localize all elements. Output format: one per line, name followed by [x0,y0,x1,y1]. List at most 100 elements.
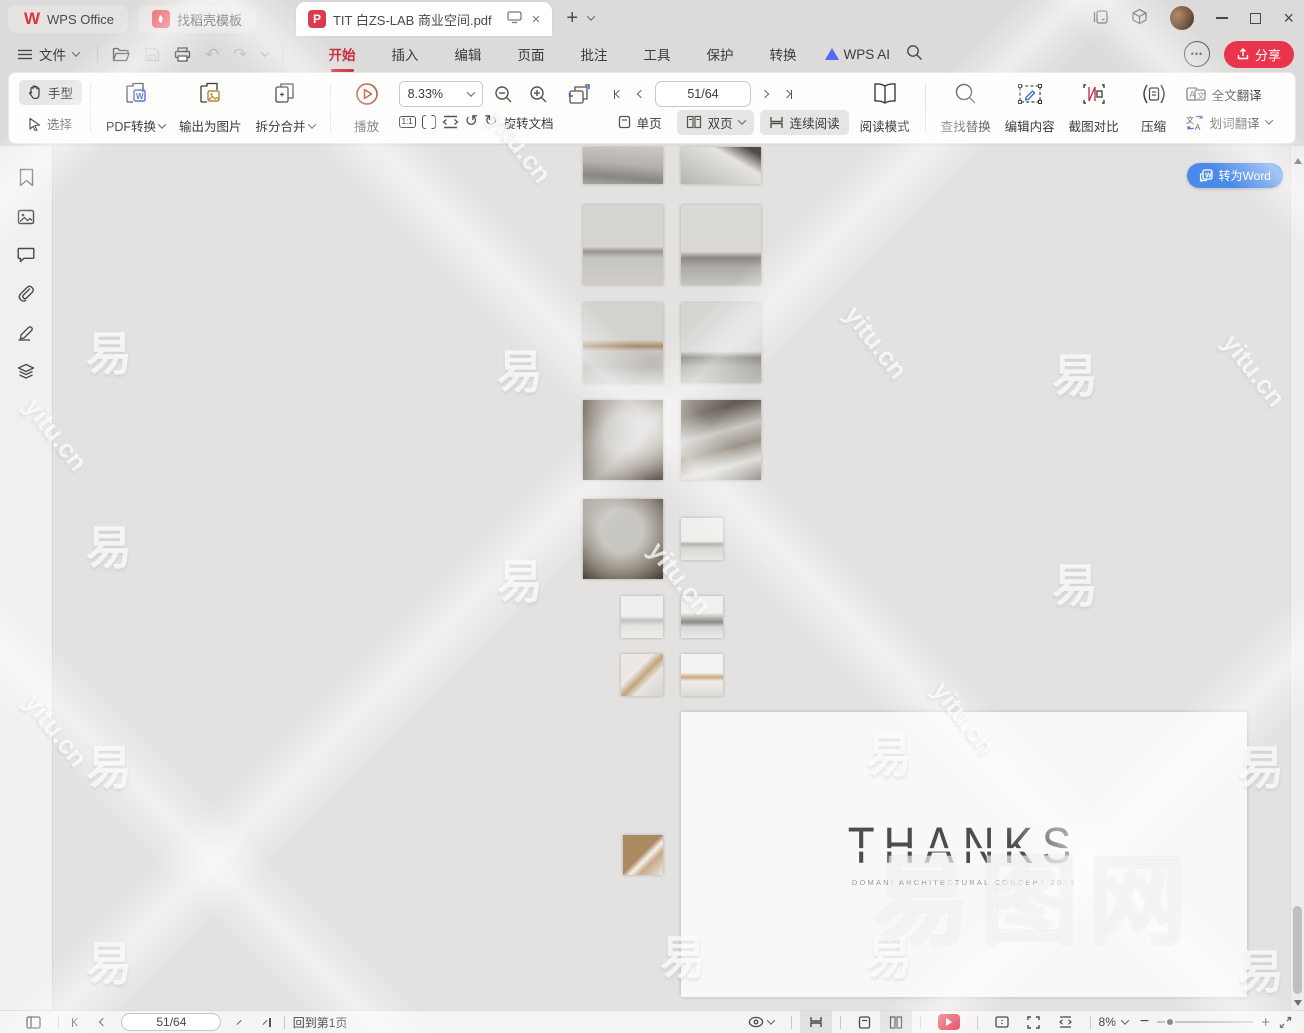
fullscreen-icon[interactable] [1270,1011,1294,1033]
word-translate-button[interactable]: 文A 划词翻译 [1186,108,1272,136]
last-page-icon[interactable] [779,90,797,99]
menu-item-page[interactable]: 页面 [500,38,563,70]
scroll-up-icon[interactable] [1294,158,1302,164]
maximize-button[interactable] [1250,13,1261,24]
find-replace-button[interactable]: 查找替换 [934,78,998,138]
page-thumbnail[interactable] [681,147,761,184]
page-thumbnail[interactable] [621,654,663,696]
page-thumbnail[interactable] [621,596,663,638]
present-to-screen-icon[interactable] [507,11,522,27]
play-button[interactable]: 播放 [339,78,395,138]
close-window-button[interactable]: × [1283,8,1294,29]
view-options-icon[interactable] [739,1011,783,1033]
user-avatar[interactable] [1170,6,1194,30]
open-file-icon[interactable] [112,47,130,62]
last-page-icon[interactable] [257,1018,275,1027]
scroll-down-icon[interactable] [1294,1000,1302,1006]
attachment-icon[interactable] [17,285,35,302]
actual-size-toggle-icon[interactable] [986,1011,1018,1033]
continuous-read-toggle-icon[interactable] [800,1011,832,1033]
first-page-icon[interactable] [609,90,627,99]
single-page-toggle-icon[interactable] [849,1011,880,1033]
actual-size-icon[interactable]: 1:1 [399,116,416,128]
full-translate-button[interactable]: A文 全文翻译 [1186,80,1272,108]
split-screen-icon[interactable] [1093,9,1109,28]
thumbnail-panel-icon[interactable] [17,209,35,225]
signature-pen-icon[interactable] [17,324,35,341]
next-page-icon[interactable] [231,1022,247,1023]
page-thumbnail[interactable] [623,835,663,875]
menu-item-protect[interactable]: 保护 [689,38,752,70]
zoom-in-button[interactable]: + [1261,1014,1270,1031]
rotate-pages-icon[interactable] [559,83,601,105]
search-icon[interactable] [906,44,923,64]
screenshot-compare-button[interactable]: 截图对比 [1062,78,1126,138]
page-thumbnail[interactable] [583,147,663,184]
workspace-cube-icon[interactable] [1131,8,1148,28]
pdf-convert-button[interactable]: W PDF转换 [99,78,172,138]
first-page-icon[interactable] [67,1018,85,1027]
previous-page-icon[interactable] [95,1019,111,1025]
scrollbar-thumb[interactable] [1293,906,1302,994]
bookmark-icon[interactable] [18,168,35,187]
rotate-right-icon[interactable]: ↻ [484,114,497,130]
page-thumbnail[interactable] [681,400,761,480]
next-page-icon[interactable] [757,91,773,97]
rotate-doc-label[interactable]: 旋转文档 [504,113,554,132]
fit-width-icon[interactable] [442,115,459,129]
quick-access-chevron-icon[interactable] [260,48,268,56]
panel-toggle-icon[interactable] [10,1011,50,1033]
tab-list-chevron-icon[interactable] [587,12,595,20]
split-merge-button[interactable]: 拆分合并 [249,78,322,138]
share-button[interactable]: 分享 [1224,41,1294,68]
zoom-level-combo[interactable]: 8.33% [399,81,483,107]
select-tool-button[interactable]: 选择 [19,111,82,136]
page-thumbnail[interactable] [583,400,663,480]
print-icon[interactable] [174,47,191,62]
document-canvas[interactable]: THANKS DOMANI ARCHITECTURAL CONCEPT 2019… [53,146,1290,1010]
redo-icon[interactable]: ↷ [233,46,247,63]
zoom-chevron-icon[interactable] [1121,1016,1129,1024]
page-thumbnail[interactable] [681,303,761,383]
file-menu[interactable]: 文件 [10,44,87,64]
back-to-first-page-button[interactable]: 回到第1页 [293,1014,348,1031]
single-page-button[interactable]: 单页 [609,110,671,135]
compress-button[interactable]: 压缩 [1126,78,1182,138]
vertical-scrollbar[interactable] [1290,146,1304,1010]
new-tab-button[interactable]: + [566,7,578,30]
menu-item-home[interactable]: 开始 [311,38,374,70]
page-thumbnail[interactable] [681,205,761,285]
layers-icon[interactable] [17,363,35,380]
fit-page-icon[interactable] [422,115,436,129]
tab-docer-templates[interactable]: 找稻壳模板 [138,5,256,33]
double-page-button[interactable]: 双页 [677,110,754,135]
slideshow-play-button[interactable] [929,1011,969,1033]
tab-document-active[interactable]: P TIT 白ZS-LAB 商业空间.pdf × [296,2,552,36]
close-tab-icon[interactable]: × [532,11,541,28]
continuous-read-button[interactable]: 连续阅读 [760,110,849,135]
wps-ai-button[interactable]: WPS AI [815,47,901,62]
rotate-left-icon[interactable]: ↺ [465,114,478,130]
page-thumbnail[interactable] [681,596,723,638]
status-page-input[interactable]: 51/64 [121,1013,221,1031]
page-thumbnail[interactable] [681,518,723,560]
menu-item-annotate[interactable]: 批注 [563,38,626,70]
menu-item-tools[interactable]: 工具 [626,38,689,70]
thanks-page[interactable]: THANKS DOMANI ARCHITECTURAL CONCEPT 2019 [681,712,1247,997]
zoom-slider[interactable] [1157,1021,1253,1023]
page-thumbnail[interactable] [681,654,723,696]
menu-item-convert[interactable]: 转换 [752,38,815,70]
fit-width-toggle-icon[interactable] [1049,1011,1082,1033]
hand-tool-button[interactable]: 手型 [19,80,82,105]
zoom-slider-knob[interactable] [1165,1017,1175,1027]
read-mode-button[interactable]: 阅读模式 [853,78,917,138]
menu-item-edit[interactable]: 编辑 [437,38,500,70]
double-page-toggle-icon[interactable] [880,1011,912,1033]
comment-icon[interactable] [17,247,35,263]
page-thumbnail[interactable] [583,205,663,285]
fit-page-toggle-icon[interactable] [1018,1011,1049,1033]
previous-page-icon[interactable] [633,91,649,97]
menu-item-insert[interactable]: 插入 [374,38,437,70]
zoom-in-icon[interactable] [524,85,553,104]
minimize-button[interactable] [1216,17,1228,19]
